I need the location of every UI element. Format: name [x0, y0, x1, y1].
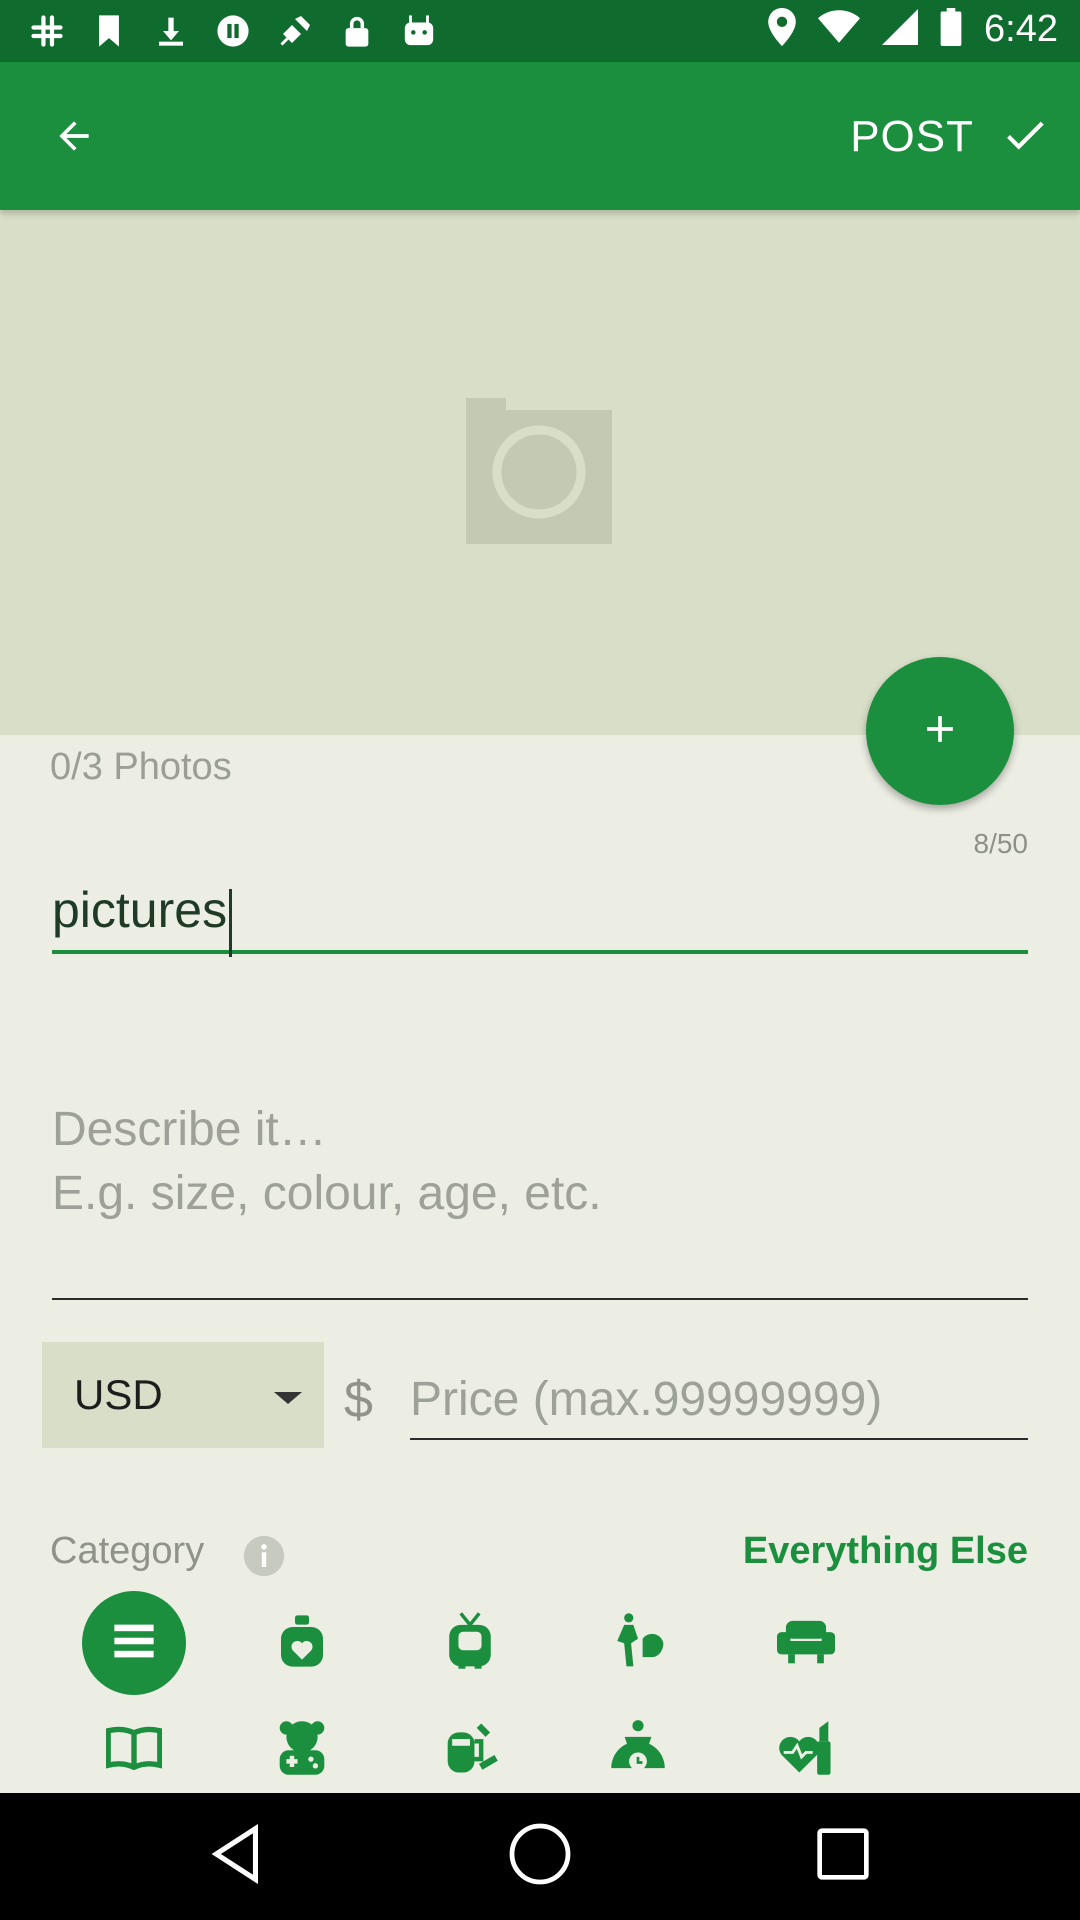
plus-icon: [918, 707, 962, 756]
slack-icon: [28, 12, 66, 50]
category-toys-games[interactable]: [250, 1698, 354, 1802]
category-label: Category: [50, 1530, 205, 1572]
toys-games-icon: [277, 1719, 327, 1782]
check-icon: [1000, 110, 1050, 165]
info-icon[interactable]: [242, 1534, 286, 1578]
back-triangle-icon: [209, 1823, 265, 1889]
books-icon: [105, 1726, 163, 1775]
navigation-bar: [0, 1793, 1080, 1920]
category-books[interactable]: [82, 1698, 186, 1802]
lock-icon: [338, 12, 376, 50]
bookmark-icon: [90, 12, 128, 50]
description-placeholder-line2: E.g. size, colour, age, etc.: [52, 1167, 602, 1220]
title-input-value: pictures: [52, 882, 228, 938]
battery-icon: [940, 8, 962, 51]
services-icon: [609, 1719, 667, 1782]
android-icon: [400, 12, 438, 50]
text-cursor: [229, 888, 233, 957]
nav-back-button[interactable]: [204, 1823, 270, 1889]
description-input[interactable]: Describe it… E.g. size, colour, age, etc…: [52, 1098, 1028, 1300]
currency-dropdown[interactable]: USD: [42, 1342, 324, 1448]
dropdown-caret-icon: [274, 1392, 302, 1404]
electronics-icon: [442, 1611, 498, 1676]
clock: 6:42: [984, 8, 1058, 50]
post-button[interactable]: POST: [850, 102, 1050, 172]
fashion-icon: [609, 1611, 667, 1676]
category-services[interactable]: [586, 1698, 690, 1802]
fake-gps-icon: [276, 12, 314, 50]
nav-recents-button[interactable]: [810, 1823, 876, 1889]
signal-icon: [882, 9, 919, 50]
category-furniture[interactable]: [754, 1591, 858, 1695]
download-icon: [152, 12, 190, 50]
description-placeholder-line1: Describe it…: [52, 1103, 327, 1156]
price-placeholder: Price (max.99999999): [410, 1373, 883, 1426]
wifi-icon: [818, 10, 861, 49]
category-kitchen[interactable]: [418, 1698, 522, 1802]
photos-count: 0/3 Photos: [50, 746, 232, 788]
category-fashion[interactable]: [586, 1591, 690, 1695]
status-bar: 6:42: [0, 0, 1080, 62]
health-beauty-icon: [777, 1719, 835, 1782]
app-bar: POST: [0, 62, 1080, 210]
back-button[interactable]: [44, 108, 104, 168]
recents-square-icon: [815, 1826, 871, 1887]
title-char-counter: 8/50: [973, 828, 1029, 859]
location-icon: [768, 8, 796, 51]
everything-else-icon: [114, 1623, 154, 1664]
home-circle-icon: [508, 1822, 572, 1891]
currency-value: USD: [74, 1371, 163, 1418]
category-everything-else[interactable]: [82, 1591, 186, 1695]
baby-bottle-icon: [274, 1613, 330, 1674]
price-input[interactable]: Price (max.99999999): [410, 1368, 1028, 1440]
furniture-icon: [777, 1618, 835, 1669]
post-button-label: POST: [850, 112, 974, 161]
category-electronics[interactable]: [418, 1591, 522, 1695]
category-baby[interactable]: [250, 1591, 354, 1695]
camera-icon: [466, 398, 612, 544]
selected-category: Everything Else: [742, 1530, 1028, 1572]
photo-area[interactable]: [0, 210, 1080, 735]
kitchen-icon: [441, 1719, 499, 1782]
category-health-beauty[interactable]: [754, 1698, 858, 1802]
nav-home-button[interactable]: [507, 1823, 573, 1889]
currency-symbol: $: [344, 1371, 373, 1429]
add-photo-button[interactable]: [866, 657, 1014, 805]
arrow-left-icon: [52, 114, 96, 163]
media-pause-icon: [214, 12, 252, 50]
title-input[interactable]: pictures: [52, 870, 1028, 957]
